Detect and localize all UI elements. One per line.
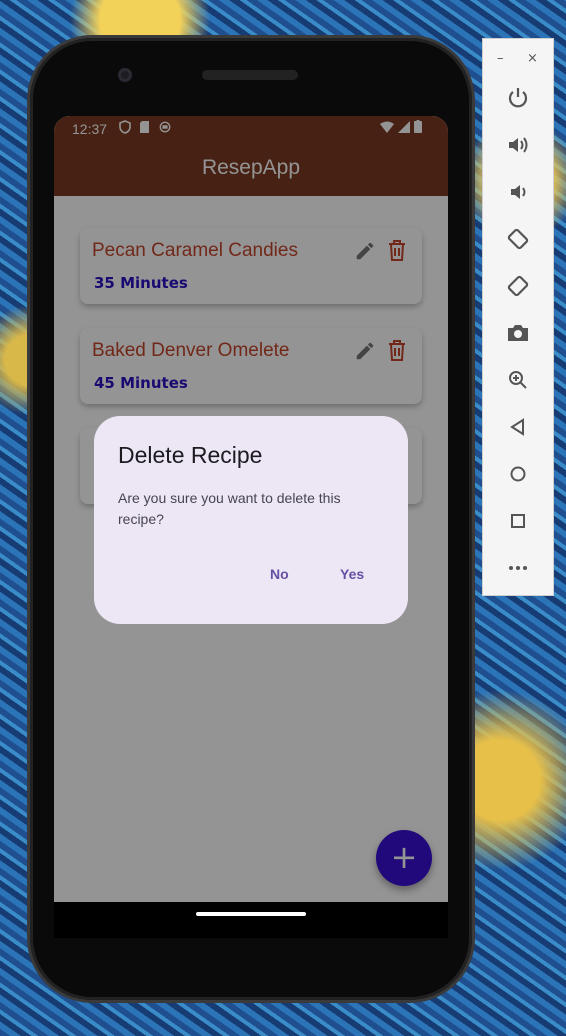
yes-button[interactable]: Yes [340,566,364,582]
zoom-icon[interactable] [505,367,531,393]
volume-down-icon[interactable] [505,179,531,205]
camera-icon[interactable] [505,320,531,346]
navigation-bar [54,902,448,938]
close-button[interactable]: × [527,51,538,66]
dialog-message: Are you sure you want to delete this rec… [118,490,341,527]
no-button[interactable]: No [270,566,289,582]
overview-icon[interactable] [505,508,531,534]
delete-recipe-dialog: Delete Recipe Are you sure you want to d… [94,416,408,624]
home-icon[interactable] [505,461,531,487]
back-icon[interactable] [505,414,531,440]
dialog-title: Delete Recipe [118,442,263,468]
rotate-left-icon[interactable] [505,226,531,252]
emulator-side-panel: – × [482,38,554,596]
earpiece-speaker [202,70,298,80]
power-icon[interactable] [505,85,531,111]
app-screen: 12:37 ResepApp Pecan Caramel Candies 35 … [54,116,448,902]
volume-up-icon[interactable] [505,132,531,158]
home-gesture-bar[interactable] [196,912,306,916]
rotate-right-icon[interactable] [505,273,531,299]
phone-frame: 12:37 ResepApp Pecan Caramel Candies 35 … [30,38,472,1000]
front-camera [118,68,132,82]
minimize-button[interactable]: – [497,51,504,66]
more-icon[interactable] [505,555,531,581]
